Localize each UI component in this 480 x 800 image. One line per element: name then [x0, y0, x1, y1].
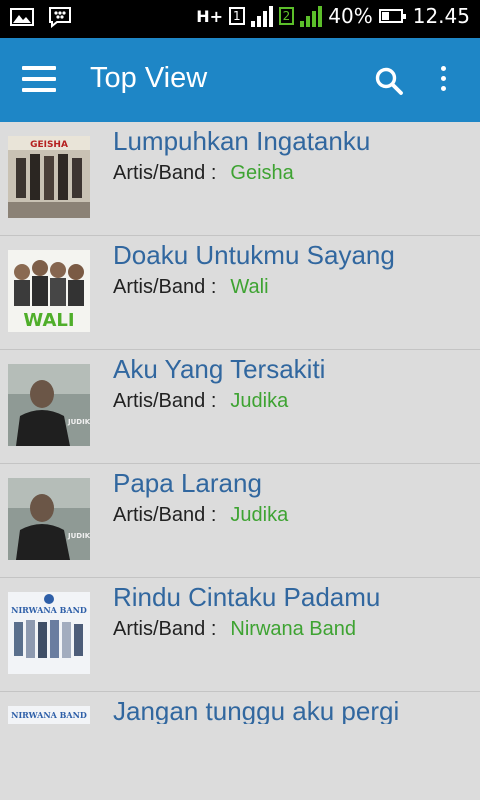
battery-percent: 40% [328, 4, 373, 28]
song-title: Doaku Untukmu Sayang [113, 240, 395, 270]
artist-label: Artis/Band : [113, 162, 217, 184]
network-type: H+ [196, 6, 223, 26]
bbm-icon [49, 7, 71, 28]
battery-icon [378, 9, 406, 23]
sim1-badge: 1 [229, 7, 245, 25]
artist-label: Artis/Band : [113, 276, 217, 298]
clock: 12.45 [412, 4, 470, 28]
sim2-badge: 2 [278, 7, 295, 25]
artist-line: Artis/Band : Judika [113, 504, 288, 527]
album-art-nirwana: NIRWANA BAND [8, 592, 90, 674]
signal-sim1-icon [250, 5, 273, 27]
page-title: Top View [90, 62, 208, 94]
album-logo-geisha: GEISHA [30, 140, 68, 150]
list-item[interactable]: GEISHA Lumpuhkan Ingatanku Artis/Band : G… [0, 122, 480, 236]
artist-label: Artis/Band : [113, 504, 217, 526]
artist-line: Artis/Band : Geisha [113, 162, 294, 185]
song-title: Papa Larang [113, 468, 262, 498]
album-logo-nirwana: NIRWANA BAND [11, 710, 87, 720]
song-title: Rindu Cintaku Padamu [113, 582, 381, 612]
song-list: GEISHA Lumpuhkan Ingatanku Artis/Band : G… [0, 122, 480, 724]
song-title: Aku Yang Tersakiti [113, 354, 326, 384]
album-art-judika: JUDIKA [8, 364, 90, 446]
artist-line: Artis/Band : Nirwana Band [113, 618, 356, 641]
song-title: Jangan tunggu aku pergi [113, 696, 400, 724]
status-bar: H+ 1 2 40% 12.45 [0, 0, 480, 38]
song-title: Lumpuhkan Ingatanku [113, 126, 371, 156]
artist-name: Nirwana Band [230, 618, 357, 640]
overflow-menu-icon[interactable] [438, 66, 448, 96]
album-art-geisha: GEISHA [8, 136, 90, 218]
album-logo-wali: WALI [23, 310, 74, 331]
artist-line: Artis/Band : Wali [113, 276, 269, 299]
artist-name: Wali [230, 276, 269, 298]
signal-sim2-icon [300, 5, 323, 27]
album-art-nirwana: NIRWANA BAND [8, 706, 90, 724]
artist-line: Artis/Band : Judika [113, 390, 288, 413]
list-item[interactable]: NIRWANA BAND Rindu Cintaku Padamu Artis/… [0, 578, 480, 692]
album-art-wali: WALI [8, 250, 90, 332]
app-bar: Top View [0, 38, 480, 122]
artist-label: Artis/Band : [113, 390, 217, 412]
list-item[interactable]: NIRWANA BAND Jangan tunggu aku pergi [0, 692, 480, 724]
menu-icon[interactable] [22, 66, 56, 92]
gallery-icon [10, 8, 34, 26]
search-icon[interactable] [374, 66, 404, 96]
artist-name: Geisha [230, 162, 294, 184]
artist-label: Artis/Band : [113, 618, 217, 640]
artist-name: Judika [230, 390, 289, 412]
list-item[interactable]: JUDIKA Papa Larang Artis/Band : Judika [0, 464, 480, 578]
artist-name: Judika [230, 504, 289, 526]
album-logo-judika: JUDIKA [67, 532, 90, 540]
list-item[interactable]: WALI Doaku Untukmu Sayang Artis/Band : Wa… [0, 236, 480, 350]
list-item[interactable]: JUDIKA Aku Yang Tersakiti Artis/Band : Ju… [0, 350, 480, 464]
album-logo-judika: JUDIKA [67, 418, 90, 426]
album-logo-nirwana: NIRWANA BAND [11, 605, 87, 615]
album-art-judika: JUDIKA [8, 478, 90, 560]
